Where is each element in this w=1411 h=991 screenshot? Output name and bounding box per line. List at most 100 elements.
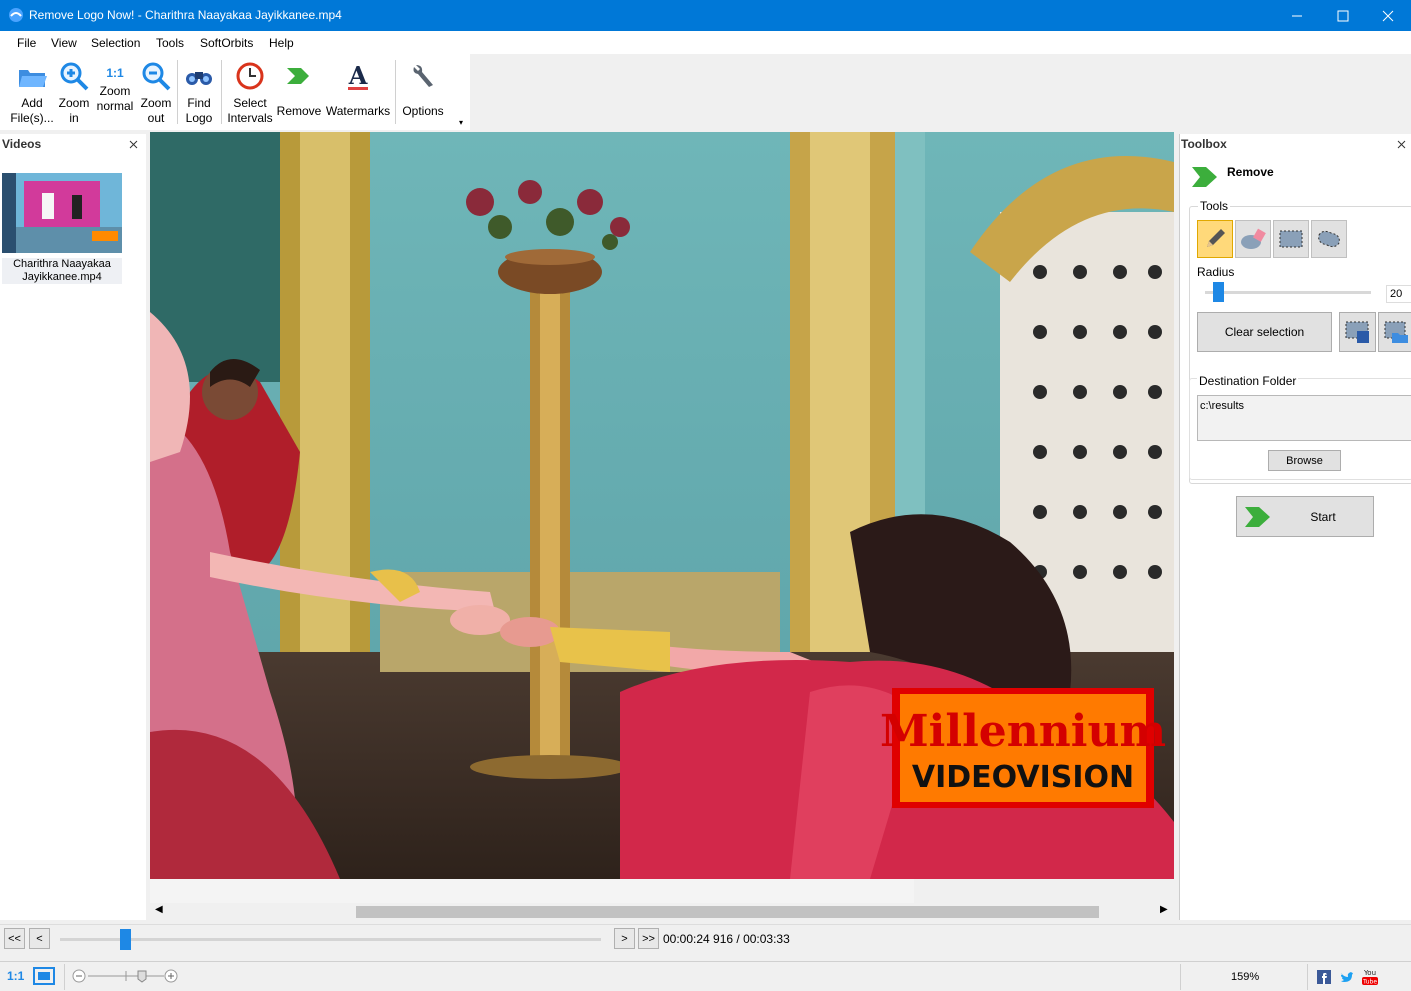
radius-slider-track[interactable] [1205,291,1371,294]
eraser-tool-button[interactable] [1235,220,1271,258]
zoom-normal-label-2: normal [96,99,134,113]
radius-value[interactable]: 20 [1386,285,1411,303]
zoom-in-icon [60,62,89,91]
menu-tools[interactable]: Tools [156,36,184,50]
close-icon [1382,10,1394,21]
zoom-out-icon [142,62,171,91]
videos-panel: Videos Charithra Naayakaa Jayikkanee.mp4 [0,134,146,920]
clock-icon [236,62,264,90]
zoom-out-label-2: out [147,111,165,125]
scroll-left-icon[interactable]: ◀ [155,904,163,915]
select-intervals-button[interactable]: Select Intervals [226,58,274,128]
next-frame-button[interactable]: > [614,928,635,949]
zoom-in-button[interactable]: Zoom in [56,58,92,128]
minimize-icon [1292,15,1302,16]
toolbar: Add File(s)... Zoom in 1:1 Zoom normal Z… [0,54,470,130]
time-display: 00:00:24 916 / 00:03:33 [663,932,790,946]
watermarks-button[interactable]: A Watermarks [325,58,391,128]
remove-button[interactable]: Remove [276,58,322,128]
destination-folder-input[interactable]: c:\results [1197,395,1411,441]
scroll-thumb[interactable] [356,906,1099,918]
save-selection-button[interactable] [1339,312,1376,352]
menu-help[interactable]: Help [269,36,294,50]
start-label: Start [1310,509,1336,524]
pencil-icon [1207,229,1225,247]
status-separator [64,964,65,990]
window-title: Remove Logo Now! - Charithra Naayakaa Ja… [29,8,342,22]
zoom-out-label-1: Zoom [140,96,172,110]
brush-tool-button[interactable] [1197,220,1233,258]
start-arrow-icon [1245,507,1270,527]
menu-softorbits[interactable]: SoftOrbits [200,36,253,50]
text-a-icon: A [348,61,368,90]
watermarks-label: Watermarks [325,104,391,118]
load-selection-button[interactable] [1378,312,1411,352]
tools-group-label: Tools [1198,199,1231,213]
options-button[interactable]: Options [398,58,448,128]
viewer-gutter [150,879,914,903]
select-intervals-label-1: Select [233,96,267,110]
svg-text:A: A [348,61,368,90]
youtube-icon[interactable]: You Tube [1361,967,1379,987]
status-separator [1307,964,1308,990]
browse-button[interactable]: Browse [1268,450,1341,471]
app-icon [9,8,23,22]
find-logo-label-1: Find [187,96,211,110]
horizontal-scrollbar[interactable]: ◀ ▶ [150,903,1174,921]
logo-text-2: VIDEOVISION [912,760,1134,795]
options-label: Options [402,104,444,118]
menu-view[interactable]: View [51,36,77,50]
zoom-normal-button[interactable]: 1:1 Zoom normal [94,58,136,128]
save-selection-icon [1345,321,1369,343]
add-label-1: Add [21,96,43,110]
video-thumbnail [2,173,122,253]
close-toolbox-icon[interactable] [1397,140,1406,149]
radius-slider-thumb[interactable] [1213,282,1225,302]
toolbar-separator [221,60,222,124]
maximize-button[interactable] [1320,0,1366,31]
zoom-out-button[interactable]: Zoom out [138,58,174,128]
toolbox-section-title: Remove [1227,165,1274,179]
first-frame-button[interactable]: << [4,928,25,949]
close-videos-panel-icon[interactable] [129,140,138,149]
rectangle-select-button[interactable] [1273,220,1309,258]
actual-size-button[interactable]: 1:1 [7,969,24,983]
load-selection-icon [1384,321,1408,343]
rectangle-select-icon [1279,230,1303,248]
timeline-track[interactable] [60,938,601,941]
open-folder-icon [19,70,47,87]
maximize-icon [1337,10,1349,21]
toolbar-overflow-icon[interactable]: ▾ [459,118,463,127]
lasso-icon [1318,230,1340,248]
video-filename-line-1: Charithra Naayakaa [13,258,111,270]
find-logo-button[interactable]: Find Logo [180,58,218,128]
video-preview[interactable]: Millennium VIDEOVISION [150,132,1174,879]
last-frame-button[interactable]: >> [638,928,659,949]
add-label-2: File(s)... [10,111,54,125]
video-filename: Charithra Naayakaa Jayikkanee.mp4 [2,258,122,284]
zoom-normal-icon: 1:1 [106,66,124,80]
watermark-logo: Millennium VIDEOVISION [880,688,1166,808]
video-list-item[interactable]: Charithra Naayakaa Jayikkanee.mp4 [2,173,122,285]
start-button[interactable]: Start [1236,496,1374,537]
add-files-button[interactable]: Add File(s)... [8,58,56,128]
twitter-icon[interactable] [1340,970,1354,984]
svg-text:Tube: Tube [1362,979,1377,986]
close-window-button[interactable] [1365,0,1411,31]
facebook-icon[interactable] [1317,970,1331,984]
scroll-right-icon[interactable]: ▶ [1160,904,1168,915]
toolbox-title: Toolbox [1181,137,1227,151]
zoom-slider[interactable] [70,966,182,986]
minimize-button[interactable] [1274,0,1320,31]
previous-frame-button[interactable]: < [29,928,50,949]
destination-label: Destination Folder [1197,374,1299,388]
clear-selection-button[interactable]: Clear selection [1197,312,1332,352]
menu-file[interactable]: File [17,36,36,50]
timeline-thumb[interactable] [119,929,131,950]
menu-selection[interactable]: Selection [91,36,140,50]
zoom-in-label-1: Zoom [58,96,90,110]
videos-panel-title: Videos [2,137,42,151]
lasso-select-button[interactable] [1311,220,1347,258]
toolbar-separator [177,60,178,124]
fit-window-icon[interactable] [33,967,55,985]
